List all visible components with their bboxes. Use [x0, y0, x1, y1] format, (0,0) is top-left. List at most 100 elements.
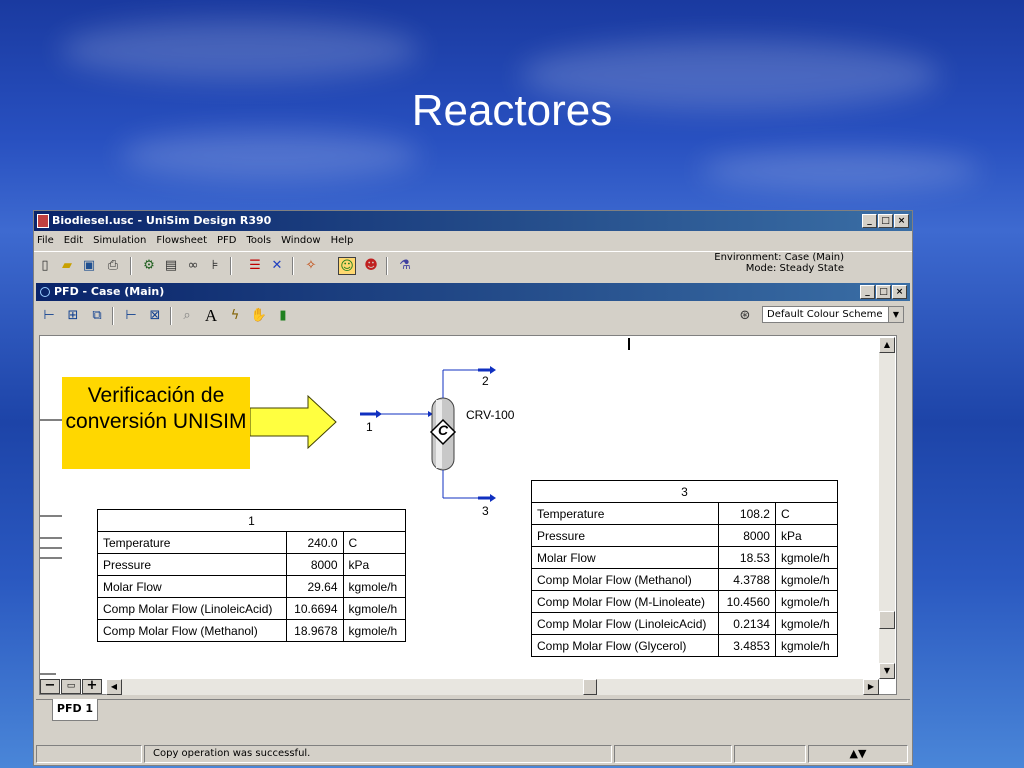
pfd-close-button[interactable]: ×: [892, 285, 907, 299]
colour-scheme-value: Default Colour Scheme: [767, 309, 883, 320]
row-value: 8000: [718, 524, 776, 547]
workbook-icon[interactable]: ⚙: [140, 257, 158, 275]
reactor-label[interactable]: CRV-100: [466, 408, 514, 422]
maximize-button[interactable]: □: [878, 214, 893, 228]
tab-pfd-1[interactable]: PFD 1: [52, 699, 98, 721]
move-mode-icon[interactable]: ⊞: [64, 307, 82, 325]
pfd-icon[interactable]: ▤: [162, 257, 180, 275]
hand-icon[interactable]: ✋: [250, 307, 268, 325]
row-unit: kgmole/h: [774, 634, 839, 657]
window-title: Biodiesel.usc - UniSim Design R390: [52, 214, 272, 227]
row-label: Comp Molar Flow (LinoleicAcid): [97, 597, 287, 620]
row-label: Comp Molar Flow (M-Linoleate): [530, 590, 720, 613]
table-header: 1: [97, 509, 406, 532]
row-value: 18.53: [718, 546, 776, 569]
table-row: Pressure 8000 kPa: [97, 553, 407, 576]
background-cloud: [700, 150, 980, 190]
environment-info: Environment: Case (Main) Mode: Steady St…: [714, 252, 844, 274]
menu-simulation[interactable]: Simulation: [93, 232, 146, 250]
stream-3-table[interactable]: 3 Temperature 108.2 C Pressure 8000 kPa …: [530, 480, 839, 657]
connect-icon[interactable]: ✕: [268, 257, 286, 275]
solver-hold-icon[interactable]: ☻: [362, 257, 380, 275]
traffic-light-icon[interactable]: ▮: [274, 307, 292, 325]
flask-icon[interactable]: ⚗: [396, 257, 414, 275]
open-folder-icon[interactable]: ▰: [58, 257, 76, 275]
close-button[interactable]: ×: [894, 214, 909, 228]
pfd-titlebar[interactable]: PFD - Case (Main) _ □ ×: [36, 283, 910, 301]
row-label: Comp Molar Flow (LinoleicAcid): [530, 612, 720, 635]
toolbar-separator: [170, 307, 172, 325]
lightning-icon[interactable]: ϟ: [226, 307, 244, 325]
reactor-symbol: C: [438, 422, 449, 438]
menu-help[interactable]: Help: [331, 232, 354, 250]
scroll-right-icon[interactable]: ▶: [863, 679, 879, 695]
zoom-fit-button[interactable]: ▭: [61, 679, 81, 694]
zoom-controls: − ▭ +: [40, 679, 102, 694]
break-connection-icon[interactable]: ⊢: [122, 307, 140, 325]
fit-view-icon[interactable]: ⧉: [88, 307, 106, 325]
menu-pfd[interactable]: PFD: [217, 232, 236, 250]
scroll-up-icon[interactable]: ▲: [879, 337, 895, 353]
toolbar-separator: [292, 257, 294, 275]
colour-scheme-select[interactable]: Default Colour Scheme ▼: [762, 306, 904, 323]
table-row: Comp Molar Flow (Glycerol) 3.4853 kgmole…: [530, 634, 839, 657]
case-study-icon[interactable]: ✧: [302, 257, 320, 275]
chevron-down-icon[interactable]: ▼: [888, 307, 903, 322]
pfd-maximize-button[interactable]: □: [876, 285, 891, 299]
window-titlebar[interactable]: Biodiesel.usc - UniSim Design R390 _ □ ×: [34, 211, 912, 231]
table-header: 3: [531, 480, 838, 503]
zoom-in-button[interactable]: +: [82, 679, 102, 694]
stream-2-label[interactable]: 2: [482, 374, 489, 388]
binoculars-icon[interactable]: ∞: [184, 257, 202, 275]
vertical-scrollbar[interactable]: ▲ ▼: [879, 337, 895, 679]
table-header-row: 3: [531, 480, 838, 503]
status-message: Copy operation was successful.: [144, 745, 612, 763]
row-unit: kPa: [774, 524, 839, 547]
pfd-tab-bar: PFD 1: [36, 699, 910, 731]
table-row: Molar Flow 18.53 kgmole/h: [530, 546, 839, 569]
menu-window[interactable]: Window: [281, 232, 320, 250]
colour-scheme-icon[interactable]: ⊛: [736, 307, 754, 325]
stream-icon[interactable]: ☰: [246, 257, 264, 275]
zoom-icon[interactable]: ⌕: [178, 307, 196, 325]
scroll-down-icon[interactable]: ▼: [879, 663, 895, 679]
background-cloud: [60, 20, 420, 80]
status-toggle-icon[interactable]: ▲▼: [808, 745, 908, 763]
object-navigator-icon[interactable]: ⊧: [206, 257, 224, 275]
minimize-button[interactable]: _: [862, 214, 877, 228]
horizontal-scrollbar[interactable]: ◀ ▶: [106, 679, 879, 695]
row-value: 4.3788: [718, 568, 776, 591]
print-icon[interactable]: ⎙: [104, 257, 122, 275]
menu-flowsheet[interactable]: Flowsheet: [156, 232, 207, 250]
row-label: Comp Molar Flow (Methanol): [97, 619, 287, 642]
table-row: Comp Molar Flow (M-Linoleate) 10.4560 kg…: [530, 590, 839, 613]
row-label: Molar Flow: [530, 546, 720, 569]
add-text-icon[interactable]: A: [202, 307, 220, 325]
swap-connection-icon[interactable]: ⊠: [146, 307, 164, 325]
toolbar-separator: [112, 307, 114, 325]
zoom-out-button[interactable]: −: [40, 679, 60, 694]
menu-edit[interactable]: Edit: [64, 232, 83, 250]
horizontal-scroll-thumb[interactable]: [583, 679, 597, 695]
background-cloud: [120, 130, 420, 180]
new-file-icon[interactable]: ▯: [36, 257, 54, 275]
row-value: 0.2134: [718, 612, 776, 635]
row-value: 10.6694: [285, 597, 344, 620]
menu-file[interactable]: File: [37, 232, 54, 250]
stream-1-label[interactable]: 1: [366, 420, 373, 434]
size-mode-icon[interactable]: ⊢: [40, 307, 58, 325]
pfd-canvas[interactable]: Verificación de conversión UNISIM C CRV-…: [39, 335, 897, 695]
pfd-minimize-button[interactable]: _: [860, 285, 875, 299]
save-icon[interactable]: ▣: [80, 257, 98, 275]
table-row: Comp Molar Flow (Methanol) 18.9678 kgmol…: [97, 619, 407, 642]
table-row: Molar Flow 29.64 kgmole/h: [97, 575, 407, 598]
stream-2-arrowhead: [490, 366, 496, 374]
stream-3-label[interactable]: 3: [482, 504, 489, 518]
table-row: Pressure 8000 kPa: [530, 524, 839, 547]
vertical-scroll-thumb[interactable]: [879, 611, 895, 629]
menu-tools[interactable]: Tools: [246, 232, 271, 250]
stream-1-table[interactable]: 1 Temperature 240.0 C Pressure 8000 kPa …: [97, 509, 407, 642]
scroll-left-icon[interactable]: ◀: [106, 679, 122, 695]
solver-active-icon[interactable]: ☺: [338, 257, 356, 275]
row-unit: kgmole/h: [342, 619, 407, 642]
